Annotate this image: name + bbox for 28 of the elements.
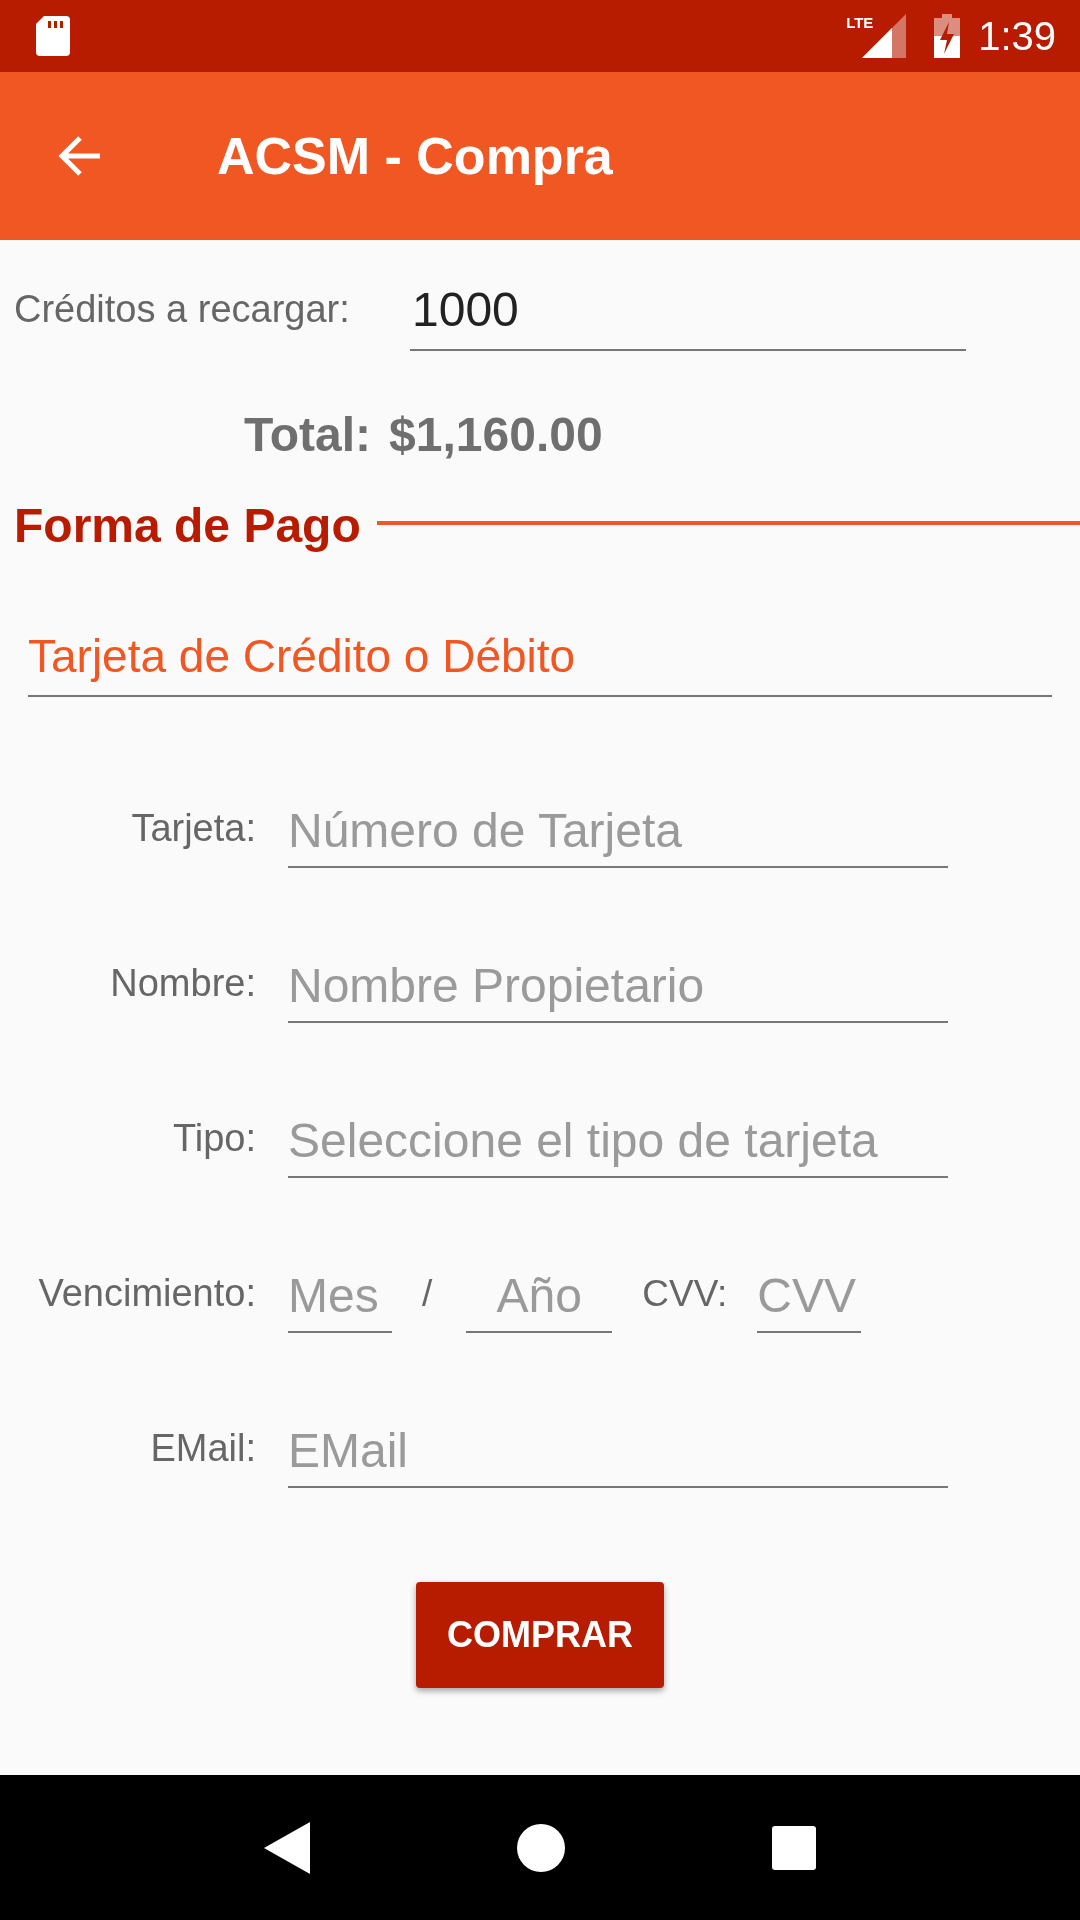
back-icon[interactable] xyxy=(263,1821,310,1874)
sd-card-icon xyxy=(36,16,70,56)
text-field[interactable]: Mes xyxy=(288,1268,392,1333)
buy-button[interactable]: COMPRAR xyxy=(416,1582,664,1688)
field-label: Nombre: xyxy=(109,962,256,1006)
credits-field[interactable]: 1000 xyxy=(410,282,966,351)
total-value: $1,160.00 xyxy=(389,407,603,462)
text-field[interactable]: CVV xyxy=(757,1268,862,1333)
field-label: Vencimiento: xyxy=(37,1272,256,1316)
text-field[interactable]: Seleccione el tipo de tarjeta xyxy=(288,1113,948,1178)
app-title: ACSM - Compra xyxy=(217,126,613,186)
field-label: Créditos a recargar: xyxy=(14,288,351,332)
field-label: Tarjeta: xyxy=(130,807,256,851)
field-label: Tipo: xyxy=(171,1117,256,1161)
text-field[interactable]: Nombre Propietario xyxy=(288,958,948,1023)
network-type: LTE xyxy=(846,14,874,31)
recents-icon[interactable] xyxy=(772,1825,817,1870)
text-field[interactable]: EMail xyxy=(288,1423,948,1488)
section-title: Forma de Pago xyxy=(14,498,361,553)
field-label: CVV: xyxy=(641,1273,729,1316)
home-icon[interactable] xyxy=(517,1823,565,1872)
separator-text: / xyxy=(421,1273,434,1316)
text-field[interactable]: Número de Tarjeta xyxy=(288,803,948,868)
clock-time: 1:39 xyxy=(978,13,1056,59)
total-label: Total: xyxy=(244,407,372,462)
field-label: EMail: xyxy=(149,1427,256,1471)
text-field[interactable]: Año xyxy=(466,1268,613,1333)
battery-icon xyxy=(934,14,961,58)
